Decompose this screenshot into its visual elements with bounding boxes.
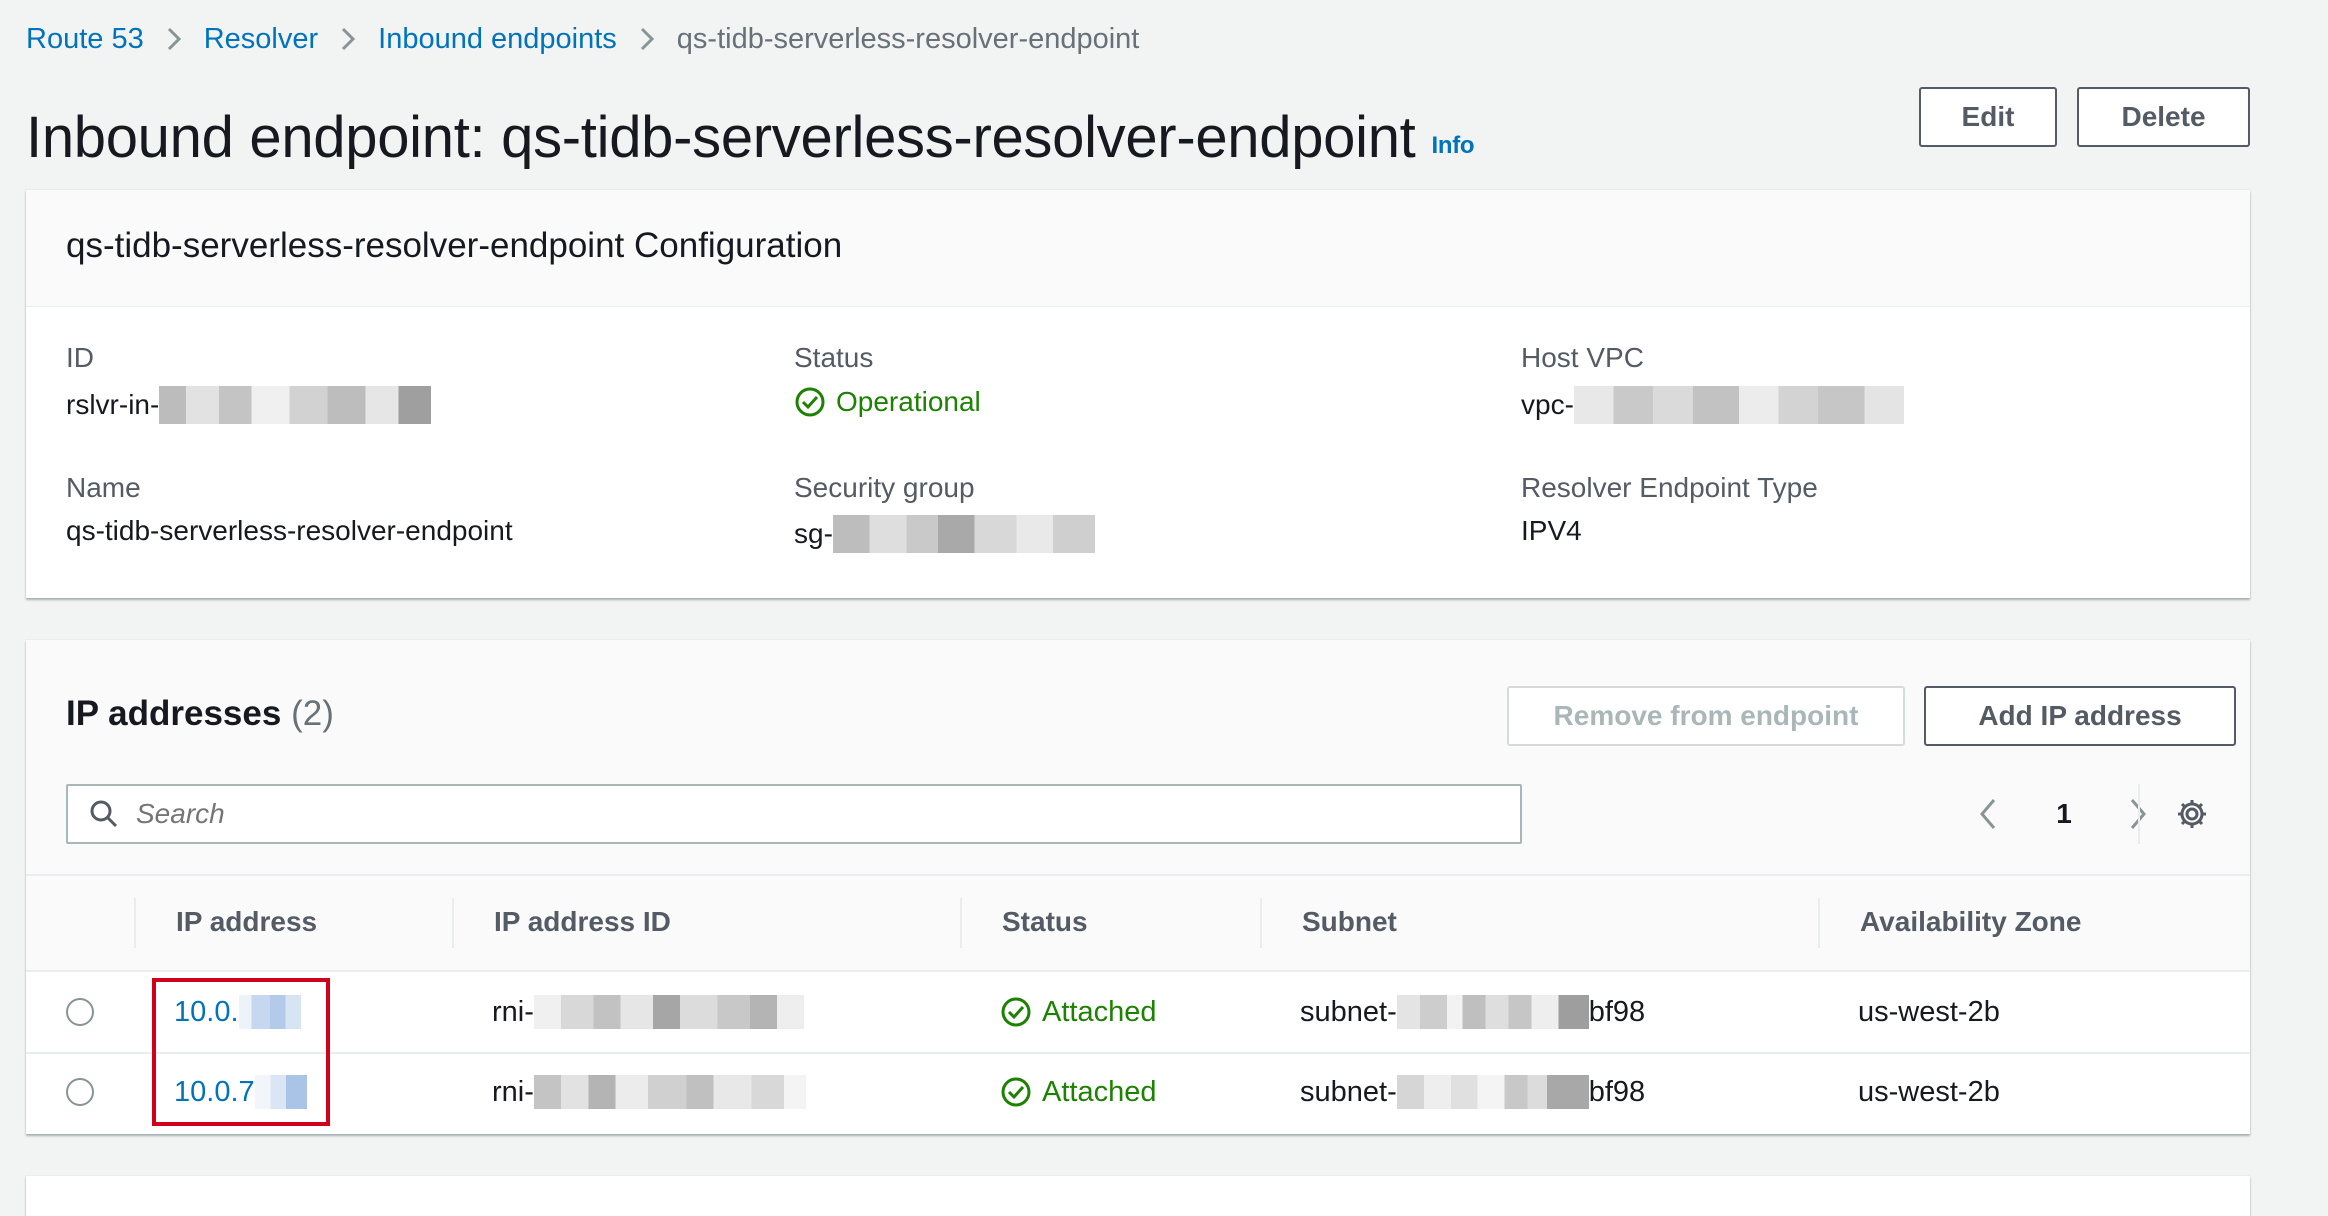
page-title: Inbound endpoint: qs-tidb-serverless-res… (26, 102, 1475, 178)
table-row[interactable]: 10.0. rni- Attached subnet- bf98 us-west… (26, 972, 2250, 1052)
status-value: Operational (794, 386, 981, 418)
row-select-radio[interactable] (66, 1078, 94, 1106)
gear-icon (2178, 800, 2206, 828)
subnet-suffix: bf98 (1588, 995, 1646, 1028)
ip-address-link[interactable]: 10.0.7 (174, 1076, 255, 1109)
chevron-right-icon (318, 26, 378, 52)
security-group-value: sg- (794, 515, 1095, 553)
redacted-security-group (832, 515, 1095, 553)
configuration-title: qs-tidb-serverless-resolver-endpoint Con… (66, 226, 843, 265)
add-ip-address-button[interactable]: Add IP address (1924, 686, 2236, 746)
subnet-cell: subnet- bf98 (1300, 992, 1645, 1032)
breadcrumb-resolver[interactable]: Resolver (204, 23, 318, 56)
redacted-subnet (1396, 1075, 1589, 1109)
next-panel (26, 1176, 2250, 1216)
search-icon (90, 800, 118, 828)
redacted-ip-address-id (533, 995, 804, 1029)
availability-zone-cell: us-west-2b (1858, 1075, 2000, 1108)
host-vpc-label: Host VPC (1521, 342, 1644, 373)
status-success-icon (1001, 997, 1031, 1027)
id-label: ID (66, 342, 94, 373)
preferences-button[interactable] (2172, 794, 2212, 834)
subnet-prefix: subnet- (1300, 1075, 1397, 1108)
status-success-icon (795, 387, 825, 417)
redacted-subnet (1396, 995, 1589, 1029)
redacted-ip (254, 1075, 307, 1109)
subnet-suffix: bf98 (1588, 1075, 1646, 1108)
name-label: Name (66, 472, 141, 503)
redacted-ip-address-id (533, 1075, 806, 1109)
ip-address-id-cell: rni- (492, 992, 804, 1032)
column-header-subnet[interactable]: Subnet (1302, 906, 1397, 938)
status-cell: Attached (1000, 992, 1156, 1032)
ip-address-id-cell: rni- (492, 1072, 806, 1112)
breadcrumb-inbound-endpoints[interactable]: Inbound endpoints (378, 23, 617, 56)
name-value: qs-tidb-serverless-resolver-endpoint (66, 515, 513, 546)
id-prefix: rslvr-in- (66, 389, 160, 420)
ip-addresses-heading: IP addresses (66, 694, 282, 733)
ip-address-link[interactable]: 10.0. (174, 996, 239, 1029)
pagination-divider (2138, 784, 2140, 844)
column-divider (1818, 898, 1820, 948)
redacted-ip (238, 995, 301, 1029)
subnet-cell: subnet- bf98 (1300, 1072, 1645, 1112)
host-vpc-prefix: vpc- (1521, 389, 1574, 420)
status-cell: Attached (1000, 1072, 1156, 1112)
security-group-prefix[interactable]: sg- (794, 518, 833, 550)
ip-address-id-prefix: rni- (492, 1075, 534, 1108)
delete-button[interactable]: Delete (2077, 87, 2250, 147)
host-vpc-value: vpc- (1521, 386, 1904, 424)
breadcrumb-current: qs-tidb-serverless-resolver-endpoint (676, 22, 1140, 55)
configuration-panel-header: qs-tidb-serverless-resolver-endpoint Con… (26, 190, 2250, 307)
ip-address-cell[interactable]: 10.0. (174, 992, 301, 1032)
column-divider (452, 898, 454, 948)
table-header: IP address IP address ID Status Subnet A… (26, 874, 2250, 972)
chevron-right-icon (617, 26, 677, 52)
search-input[interactable] (134, 797, 1478, 831)
column-header-ip-address[interactable]: IP address (176, 906, 317, 938)
table-row[interactable]: 10.0.7 rni- Attached subnet- bf98 us-wes… (26, 1054, 2250, 1134)
column-divider (134, 898, 136, 948)
ip-addresses-count: (2) (291, 694, 334, 733)
column-header-ip-address-id[interactable]: IP address ID (494, 906, 671, 938)
ip-address-cell[interactable]: 10.0.7 (174, 1072, 307, 1112)
ip-addresses-title: IP addresses (2) (66, 694, 334, 734)
column-divider (960, 898, 962, 948)
status-text: Attached (1042, 995, 1157, 1028)
page-title-text: Inbound endpoint: qs-tidb-serverless-res… (26, 105, 1416, 170)
breadcrumb: Route 53 Resolver Inbound endpoints qs-t… (26, 18, 1139, 60)
status-text: Operational (836, 386, 981, 417)
search-box[interactable] (66, 784, 1522, 844)
column-header-availability-zone[interactable]: Availability Zone (1860, 906, 2081, 938)
redacted-vpc (1573, 386, 1904, 424)
configuration-panel: qs-tidb-serverless-resolver-endpoint Con… (26, 190, 2250, 598)
id-value: rslvr-in- (66, 386, 432, 424)
remove-from-endpoint-button[interactable]: Remove from endpoint (1507, 686, 1905, 746)
breadcrumb-route53[interactable]: Route 53 (26, 23, 144, 56)
edit-button[interactable]: Edit (1919, 87, 2057, 147)
info-link[interactable]: Info (1431, 132, 1474, 159)
column-header-status[interactable]: Status (1002, 906, 1088, 938)
chevron-left-icon (1980, 799, 1996, 829)
redacted-id (159, 386, 432, 424)
status-success-icon (1001, 1077, 1031, 1107)
status-text: Attached (1042, 1075, 1157, 1108)
endpoint-type-label: Resolver Endpoint Type (1521, 472, 1818, 503)
availability-zone-cell: us-west-2b (1858, 995, 2000, 1028)
endpoint-type-value: IPV4 (1521, 515, 1582, 546)
ip-address-id-prefix: rni- (492, 995, 534, 1028)
column-divider (1260, 898, 1262, 948)
status-label: Status (794, 342, 874, 373)
subnet-prefix: subnet- (1300, 995, 1397, 1028)
previous-page-button[interactable] (1968, 794, 2008, 834)
ip-addresses-panel: IP addresses (2) Remove from endpoint Ad… (26, 640, 2250, 1134)
page-number[interactable]: 1 (2036, 794, 2092, 834)
chevron-right-icon (144, 26, 204, 52)
security-group-label: Security group (794, 472, 975, 503)
row-select-radio[interactable] (66, 998, 94, 1026)
